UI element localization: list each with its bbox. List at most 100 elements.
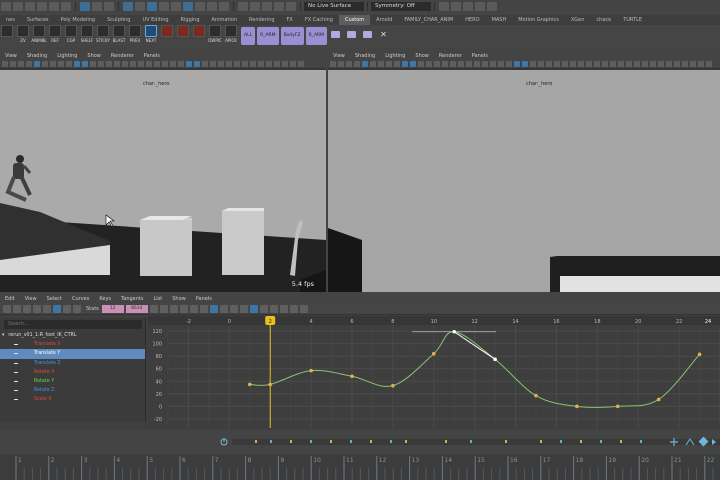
shelf-tab-turtle[interactable]: TURTLE xyxy=(617,15,648,25)
viewport-tool-icon[interactable] xyxy=(274,61,280,67)
clamped-tangent-icon[interactable] xyxy=(159,304,168,313)
viewport-tool-icon[interactable] xyxy=(578,61,584,67)
viewport-tool-icon[interactable] xyxy=(634,61,640,67)
select-by-object-icon[interactable] xyxy=(92,2,102,11)
viewport-tool-icon[interactable] xyxy=(370,61,376,67)
viewport-tool-icon[interactable] xyxy=(210,61,216,67)
viewport-tool-icon[interactable] xyxy=(42,61,48,67)
mask-joints-icon[interactable] xyxy=(135,2,145,11)
viewport-scene[interactable]: char:_hero xyxy=(328,70,720,292)
trax-editor-icon[interactable] xyxy=(299,304,308,313)
shelf-button-sticky[interactable]: STICKY xyxy=(96,25,110,47)
viewport-tool-icon[interactable] xyxy=(186,61,192,67)
stats-value-field[interactable]: 8634 xyxy=(125,304,148,313)
break-tangent-icon[interactable] xyxy=(209,304,218,313)
viewport-tool-icon[interactable] xyxy=(706,61,712,67)
graph-menu-show[interactable]: Show xyxy=(172,296,186,302)
shelf-tab-custom[interactable]: Custom xyxy=(338,15,371,25)
shelf-tab-nes[interactable]: nes xyxy=(0,15,21,25)
retime-icon[interactable] xyxy=(43,304,51,313)
channel-row[interactable]: Translate Y xyxy=(0,349,145,359)
viewport-tool-icon[interactable] xyxy=(226,61,232,67)
dope-sheet-icon[interactable] xyxy=(289,304,298,313)
render-settings-icon[interactable] xyxy=(463,2,473,11)
viewport-tool-icon[interactable] xyxy=(450,61,456,67)
snap-view-plane-icon[interactable] xyxy=(274,2,284,11)
close-icon[interactable]: ✕ xyxy=(380,25,388,45)
unify-tangent-icon[interactable] xyxy=(219,304,228,313)
shelf-button-zv[interactable]: ZV xyxy=(16,25,30,47)
shelf-button-shelf[interactable]: SHELF xyxy=(80,25,94,47)
viewport-tool-icon[interactable] xyxy=(642,61,648,67)
selection-set-button[interactable]: BodyFZ xyxy=(280,27,304,45)
mask-curves-icon[interactable] xyxy=(147,2,157,11)
viewport-tool-icon[interactable] xyxy=(282,61,288,67)
viewport-tool-icon[interactable] xyxy=(122,61,128,67)
viewport-tool-icon[interactable] xyxy=(418,61,424,67)
channel-row[interactable]: Translate Z xyxy=(0,359,145,368)
viewport-tool-icon[interactable] xyxy=(674,61,680,67)
viewport-tool-icon[interactable] xyxy=(170,61,176,67)
shelf-tab-uv-editing[interactable]: UV Editing xyxy=(136,15,174,25)
spline-tangent-icon[interactable] xyxy=(149,304,158,313)
channel-row[interactable]: Rotate X xyxy=(0,368,145,377)
shelf-button-item-11[interactable] xyxy=(176,25,190,47)
viewport-tool-icon[interactable] xyxy=(402,61,408,67)
buffer-curve-icon[interactable] xyxy=(249,304,258,313)
graph-menu-curves[interactable]: Curves xyxy=(72,296,89,302)
lock-icon[interactable] xyxy=(219,2,229,11)
selection-set-button[interactable]: R_ARM xyxy=(257,27,279,45)
mask-dynamics-icon[interactable] xyxy=(183,2,193,11)
viewport-tool-icon[interactable] xyxy=(250,61,256,67)
viewport-tool-icon[interactable] xyxy=(146,61,152,67)
viewport-tool-icon[interactable] xyxy=(570,61,576,67)
viewport-scene[interactable]: char:_hero 5.4 fps xyxy=(0,70,326,292)
viewport-tool-icon[interactable] xyxy=(2,61,8,67)
step-tangent-icon[interactable] xyxy=(189,304,198,313)
ipr-render-icon[interactable] xyxy=(451,2,461,11)
graph-menu-edit[interactable]: Edit xyxy=(5,296,15,302)
viewport-tool-icon[interactable] xyxy=(394,61,400,67)
viewport-tool-icon[interactable] xyxy=(530,61,536,67)
viewport-tool-icon[interactable] xyxy=(162,61,168,67)
shelf-button-next[interactable]: NEXT xyxy=(144,25,158,47)
viewport-tool-icon[interactable] xyxy=(130,61,136,67)
snap-point-icon[interactable] xyxy=(262,2,272,11)
viewport-tool-icon[interactable] xyxy=(354,61,360,67)
channel-row[interactable]: Rotate Y xyxy=(0,377,145,386)
viewport-tool-icon[interactable] xyxy=(538,61,544,67)
snap-curve-icon[interactable] xyxy=(250,2,260,11)
viewport-tool-icon[interactable] xyxy=(218,61,224,67)
viewport-menu-lighting[interactable]: Lighting xyxy=(385,53,405,59)
shelf-tab-hero[interactable]: HERO xyxy=(459,15,485,25)
mask-misc-icon[interactable] xyxy=(207,2,217,11)
viewport-tool-icon[interactable] xyxy=(138,61,144,67)
flat-tangent-icon[interactable] xyxy=(179,304,188,313)
shelf-button-item-10[interactable] xyxy=(160,25,174,47)
shelf-button-cgp[interactable]: CGP xyxy=(64,25,78,47)
viewport-tool-icon[interactable] xyxy=(66,61,72,67)
live-surface-field[interactable]: No Live Surface xyxy=(304,2,364,11)
graph-menu-panels[interactable]: Panels xyxy=(196,296,212,302)
viewport-tool-icon[interactable] xyxy=(466,61,472,67)
viewport-menu-show[interactable]: Show xyxy=(415,53,429,59)
viewport-tool-icon[interactable] xyxy=(362,61,368,67)
viewport-menu-view[interactable]: View xyxy=(333,53,345,59)
move-key-icon[interactable] xyxy=(3,304,11,313)
shelf-tab-rendering[interactable]: Rendering xyxy=(243,15,281,25)
shelf-button-item-0[interactable] xyxy=(0,25,14,47)
selection-set-button[interactable]: ALL xyxy=(241,27,256,45)
insert-key-icon[interactable] xyxy=(13,304,21,313)
viewport-tool-icon[interactable] xyxy=(34,61,40,67)
linear-tangent-icon[interactable] xyxy=(169,304,178,313)
viewport-menu-panels[interactable]: Panels xyxy=(472,53,488,59)
render-view-icon[interactable] xyxy=(487,2,497,11)
channel-row[interactable]: Translate X xyxy=(0,340,145,349)
viewport-tool-icon[interactable] xyxy=(18,61,24,67)
viewport-tool-icon[interactable] xyxy=(658,61,664,67)
expand-icon[interactable]: ▾ xyxy=(2,333,4,338)
time-slider[interactable]: 1 2 3 4 5 6 7 8 9 10 11 12 13 14 15 16 17 18 19 20 21 22 xyxy=(0,454,720,480)
viewport-tool-icon[interactable] xyxy=(298,61,304,67)
viewport-menu-show[interactable]: Show xyxy=(87,53,101,59)
viewport-tool-icon[interactable] xyxy=(258,61,264,67)
